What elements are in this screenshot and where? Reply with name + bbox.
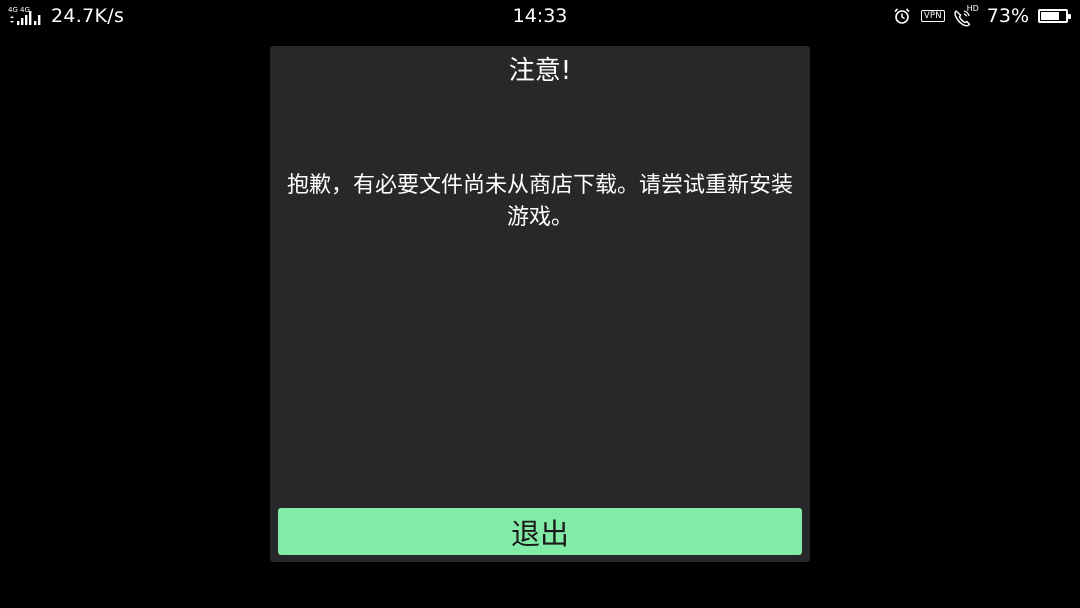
dialog-title: 注意!: [508, 56, 572, 86]
alarm-clock-icon: [893, 7, 911, 25]
net-speed: 24.7K/s: [51, 5, 125, 27]
status-time: 14:33: [512, 5, 568, 27]
status-right: VPN HD 73%: [885, 4, 1071, 28]
screen: 4G 4G 24.7K/s 14:33 VPN HD 73% 注意! 抱歉，有必…: [0, 0, 1080, 608]
hd-label: HD: [966, 4, 979, 13]
vpn-badge: VPN: [920, 10, 945, 22]
status-left: 4G 4G 24.7K/s: [8, 4, 124, 28]
exit-button[interactable]: 退出: [278, 508, 802, 555]
battery-tip: [1068, 14, 1071, 19]
dialog-message: 抱歉，有必要文件尚未从商店下载。请尝试重新安装游戏。: [286, 173, 793, 230]
signal-icon: 4G 4G: [8, 5, 44, 27]
battery-fill: [1041, 12, 1059, 20]
status-bar: 4G 4G 24.7K/s 14:33 VPN HD 73%: [0, 0, 1080, 32]
battery-icon: [1038, 9, 1071, 23]
battery-percent: 73%: [986, 5, 1029, 27]
alert-dialog: 注意! 抱歉，有必要文件尚未从商店下载。请尝试重新安装游戏。 退出: [270, 46, 810, 562]
phone-call-icon: HD: [953, 5, 979, 27]
